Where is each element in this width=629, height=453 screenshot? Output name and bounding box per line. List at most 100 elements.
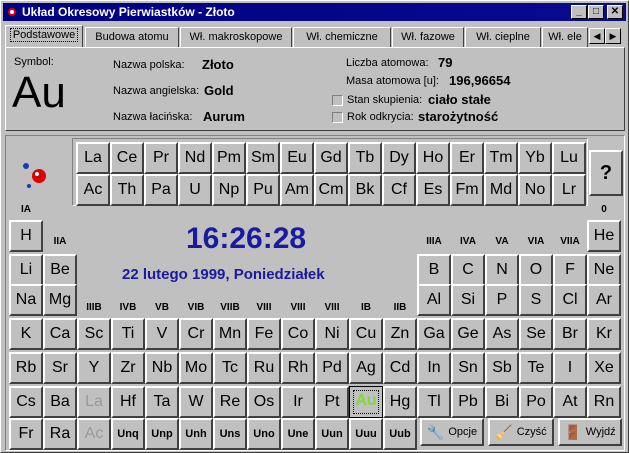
element-cf-actinide[interactable]: Cf	[382, 174, 416, 206]
tab-wl-fazowe[interactable]: Wł. fazowe	[392, 27, 464, 47]
state-checkbox[interactable]	[332, 95, 343, 106]
element-uun[interactable]: Uun	[315, 418, 349, 450]
element-yb-lanthanide[interactable]: Yb	[518, 142, 552, 174]
element-pb[interactable]: Pb	[451, 386, 485, 418]
element-f[interactable]: F	[553, 254, 587, 286]
maximize-button[interactable]: □	[588, 5, 604, 19]
element-er-lanthanide[interactable]: Er	[450, 142, 484, 174]
options-button[interactable]: 🔧 Opcje	[420, 418, 484, 446]
element-al[interactable]: Al	[417, 284, 451, 316]
element-np-actinide[interactable]: Np	[212, 174, 246, 206]
element-ti[interactable]: Ti	[111, 318, 145, 350]
element-po[interactable]: Po	[519, 386, 553, 418]
element-am-actinide[interactable]: Am	[280, 174, 314, 206]
tab-wl-chemiczne[interactable]: Wł. chemiczne	[293, 27, 391, 47]
element-au[interactable]: Au	[349, 386, 383, 418]
element-mo[interactable]: Mo	[179, 352, 213, 384]
element-tb-lanthanide[interactable]: Tb	[348, 142, 382, 174]
element-la-lanthanide[interactable]: La	[76, 142, 110, 174]
clear-button[interactable]: 🧹 Czyść	[488, 418, 554, 446]
element-ra[interactable]: Ra	[43, 418, 77, 450]
element-ar[interactable]: Ar	[587, 284, 621, 316]
element-k[interactable]: K	[9, 318, 43, 350]
element-cl[interactable]: Cl	[553, 284, 587, 316]
element-pr-lanthanide[interactable]: Pr	[144, 142, 178, 174]
element-ru[interactable]: Ru	[247, 352, 281, 384]
element-pt[interactable]: Pt	[315, 386, 349, 418]
element-hg[interactable]: Hg	[383, 386, 417, 418]
element-mg[interactable]: Mg	[43, 284, 77, 316]
element-s[interactable]: S	[519, 284, 553, 316]
element-ho-lanthanide[interactable]: Ho	[416, 142, 450, 174]
element-si[interactable]: Si	[451, 284, 485, 316]
tab-wl-ele[interactable]: Wł. ele	[542, 27, 588, 47]
element-fe[interactable]: Fe	[247, 318, 281, 350]
element-nb[interactable]: Nb	[145, 352, 179, 384]
element-ac[interactable]: Ac	[77, 418, 111, 450]
element-c[interactable]: C	[451, 254, 485, 286]
element-tc[interactable]: Tc	[213, 352, 247, 384]
element-p[interactable]: P	[485, 284, 519, 316]
element-ce-lanthanide[interactable]: Ce	[110, 142, 144, 174]
element-pu-actinide[interactable]: Pu	[246, 174, 280, 206]
element-unh[interactable]: Unh	[179, 418, 213, 450]
element-re[interactable]: Re	[213, 386, 247, 418]
tab-wl-makroskopowe[interactable]: Wł. makroskopowe	[180, 27, 292, 47]
element-se[interactable]: Se	[519, 318, 553, 350]
element-as[interactable]: As	[485, 318, 519, 350]
element-fr[interactable]: Fr	[9, 418, 43, 450]
element-sr[interactable]: Sr	[43, 352, 77, 384]
element-hf[interactable]: Hf	[111, 386, 145, 418]
element-une[interactable]: Une	[281, 418, 315, 450]
element-rn[interactable]: Rn	[587, 386, 621, 418]
element-no-actinide[interactable]: No	[518, 174, 552, 206]
element-uuu[interactable]: Uuu	[349, 418, 383, 450]
tab-scroll-left-icon[interactable]: ◀	[589, 28, 605, 44]
element-pm-lanthanide[interactable]: Pm	[212, 142, 246, 174]
element-v[interactable]: V	[145, 318, 179, 350]
element-mn[interactable]: Mn	[213, 318, 247, 350]
close-button[interactable]: ✕	[607, 5, 623, 19]
element-pa-actinide[interactable]: Pa	[144, 174, 178, 206]
tab-budowa-atomu[interactable]: Budowa atomu	[85, 27, 179, 47]
element-gd-lanthanide[interactable]: Gd	[314, 142, 348, 174]
element-sb[interactable]: Sb	[485, 352, 519, 384]
element-ta[interactable]: Ta	[145, 386, 179, 418]
element-h[interactable]: H	[9, 220, 43, 252]
element-ge[interactable]: Ge	[451, 318, 485, 350]
element-bk-actinide[interactable]: Bk	[348, 174, 382, 206]
element-u-actinide[interactable]: U	[178, 174, 212, 206]
element-sn[interactable]: Sn	[451, 352, 485, 384]
element-y[interactable]: Y	[77, 352, 111, 384]
element-zn[interactable]: Zn	[383, 318, 417, 350]
tab-scroll-right-icon[interactable]: ▶	[605, 28, 621, 44]
element-uno[interactable]: Uno	[247, 418, 281, 450]
element-co[interactable]: Co	[281, 318, 315, 350]
help-button[interactable]: ?	[589, 150, 623, 196]
element-fm-actinide[interactable]: Fm	[450, 174, 484, 206]
tab-podstawowe[interactable]: Podstawowe	[5, 25, 83, 47]
element-w[interactable]: W	[179, 386, 213, 418]
element-na[interactable]: Na	[9, 284, 43, 316]
element-at[interactable]: At	[553, 386, 587, 418]
element-ne[interactable]: Ne	[587, 254, 621, 286]
minimize-button[interactable]: _	[571, 5, 587, 19]
element-i[interactable]: I	[553, 352, 587, 384]
element-cm-actinide[interactable]: Cm	[314, 174, 348, 206]
element-tm-lanthanide[interactable]: Tm	[484, 142, 518, 174]
element-kr[interactable]: Kr	[587, 318, 621, 350]
element-rh[interactable]: Rh	[281, 352, 315, 384]
element-ga[interactable]: Ga	[417, 318, 451, 350]
element-uns[interactable]: Uns	[213, 418, 247, 450]
element-ni[interactable]: Ni	[315, 318, 349, 350]
element-la[interactable]: La	[77, 386, 111, 418]
element-cr[interactable]: Cr	[179, 318, 213, 350]
element-cd[interactable]: Cd	[383, 352, 417, 384]
element-es-actinide[interactable]: Es	[416, 174, 450, 206]
element-br[interactable]: Br	[553, 318, 587, 350]
element-nd-lanthanide[interactable]: Nd	[178, 142, 212, 174]
element-li[interactable]: Li	[9, 254, 43, 286]
element-unp[interactable]: Unp	[145, 418, 179, 450]
element-unq[interactable]: Unq	[111, 418, 145, 450]
element-ir[interactable]: Ir	[281, 386, 315, 418]
